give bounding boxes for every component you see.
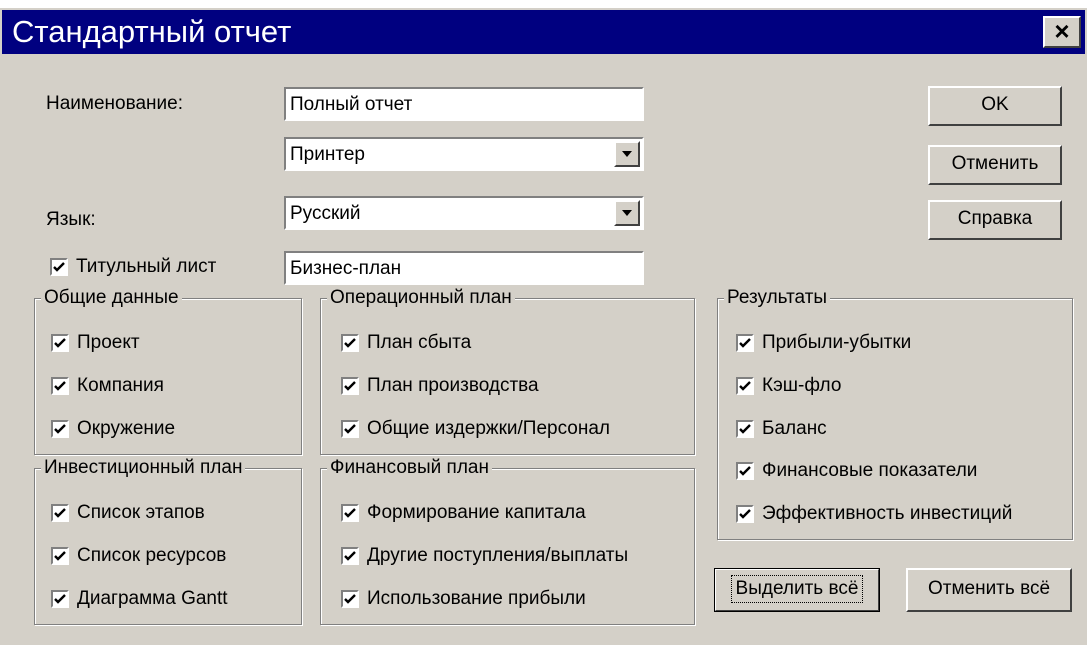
group-results-caption: Результаты <box>724 286 831 310</box>
checkbox-profit-loss-label: Прибыли-убытки <box>762 332 912 353</box>
output-device-select[interactable]: Принтер <box>284 137 644 171</box>
group-general-data-caption: Общие данные <box>41 286 182 310</box>
name-input-value: Полный отчет <box>290 94 413 115</box>
help-button-label: Справка <box>957 208 1033 229</box>
group-operational-plan-caption: Операционный план <box>327 286 515 310</box>
group-investment-plan: Инвестиционный план Список этапов Список… <box>34 456 302 625</box>
deselect-all-button[interactable]: Отменить всё <box>906 568 1072 612</box>
title-page-input[interactable]: Бизнес-план <box>284 251 644 285</box>
select-all-button-label: Выделить всё <box>730 575 864 603</box>
checkbox-financial-indicators-label: Финансовые показатели <box>762 460 978 481</box>
group-financial-plan-caption: Финансовый план <box>327 456 492 480</box>
checkbox-capital-formation-label: Формирование капитала <box>367 502 586 523</box>
checkbox-checked-icon[interactable] <box>341 504 359 522</box>
checkbox-balance-label: Баланс <box>762 418 827 439</box>
title-bar[interactable]: Стандартный отчет × <box>2 10 1085 54</box>
name-label: Наименование: <box>46 93 183 114</box>
select-all-button[interactable]: Выделить всё <box>714 568 880 612</box>
checkbox-resources-list-label: Список ресурсов <box>77 545 227 566</box>
checkbox-overheads-personnel-label: Общие издержки/Персонал <box>367 418 611 439</box>
checkbox-checked-icon[interactable] <box>736 377 754 395</box>
checkbox-production-plan-label: План производства <box>367 375 539 396</box>
checkbox-company-label: Компания <box>77 375 164 396</box>
checkbox-checked-icon[interactable] <box>51 420 69 438</box>
checkbox-checked-icon[interactable] <box>51 504 69 522</box>
deselect-all-button-label: Отменить всё <box>927 578 1051 599</box>
checkbox-checked-icon[interactable] <box>736 505 754 523</box>
cancel-button-label: Отменить <box>951 153 1039 174</box>
checkbox-checked-icon[interactable] <box>51 334 69 352</box>
checkbox-cash-flow-label: Кэш-фло <box>762 375 842 396</box>
checkbox-profit-usage-label: Использование прибыли <box>367 588 586 609</box>
checkbox-checked-icon[interactable] <box>341 420 359 438</box>
checkbox-checked-icon[interactable] <box>51 377 69 395</box>
checkbox-checked-icon[interactable] <box>736 334 754 352</box>
group-financial-plan: Финансовый план Формирование капитала Др… <box>320 456 695 625</box>
language-value: Русский <box>290 203 361 224</box>
checkbox-checked-icon[interactable] <box>51 590 69 608</box>
ok-button-label: OK <box>981 94 1009 115</box>
group-results: Результаты Прибыли-убытки Кэш-фло Баланс… <box>717 286 1073 540</box>
language-select[interactable]: Русский <box>284 196 644 230</box>
checkbox-checked-icon[interactable] <box>736 420 754 438</box>
cancel-button[interactable]: Отменить <box>928 145 1062 185</box>
checkbox-checked-icon[interactable] <box>736 462 754 480</box>
group-operational-plan: Операционный план План сбыта План произв… <box>320 286 695 455</box>
checkbox-gantt-chart-label: Диаграмма Gantt <box>77 588 228 609</box>
language-label: Язык: <box>46 209 96 230</box>
group-general-data: Общие данные Проект Компания Окружение <box>34 286 302 455</box>
name-input[interactable]: Полный отчет <box>284 87 644 121</box>
checkbox-checked-icon[interactable] <box>341 547 359 565</box>
checkbox-checked-icon[interactable] <box>341 377 359 395</box>
ok-button[interactable]: OK <box>928 86 1062 126</box>
checkbox-project-label: Проект <box>77 332 140 353</box>
checkbox-environment-label: Окружение <box>77 418 176 439</box>
checkbox-sales-plan-label: План сбыта <box>367 332 472 353</box>
help-button[interactable]: Справка <box>928 200 1062 240</box>
close-button[interactable]: × <box>1043 16 1081 48</box>
checkbox-checked-icon[interactable] <box>341 334 359 352</box>
checkbox-other-receipts-payments-label: Другие поступления/выплаты <box>367 545 629 566</box>
title-page-input-value: Бизнес-план <box>290 258 402 279</box>
output-device-value: Принтер <box>290 144 365 165</box>
checkbox-checked-icon[interactable] <box>341 590 359 608</box>
group-investment-plan-caption: Инвестиционный план <box>41 456 246 480</box>
checkbox-investment-efficiency-label: Эффективность инвестиций <box>762 503 1013 524</box>
output-dropdown-arrow-icon[interactable] <box>614 141 640 167</box>
language-dropdown-arrow-icon[interactable] <box>614 200 640 226</box>
standard-report-dialog: Стандартный отчет × Наименование: Полный… <box>0 8 1087 645</box>
window-title: Стандартный отчет <box>12 14 292 49</box>
title-page-label: Титульный лист <box>76 256 217 277</box>
checkbox-checked-icon[interactable] <box>51 547 69 565</box>
checkbox-stages-list-label: Список этапов <box>77 502 205 523</box>
checkbox-checked-icon[interactable] <box>50 258 68 276</box>
